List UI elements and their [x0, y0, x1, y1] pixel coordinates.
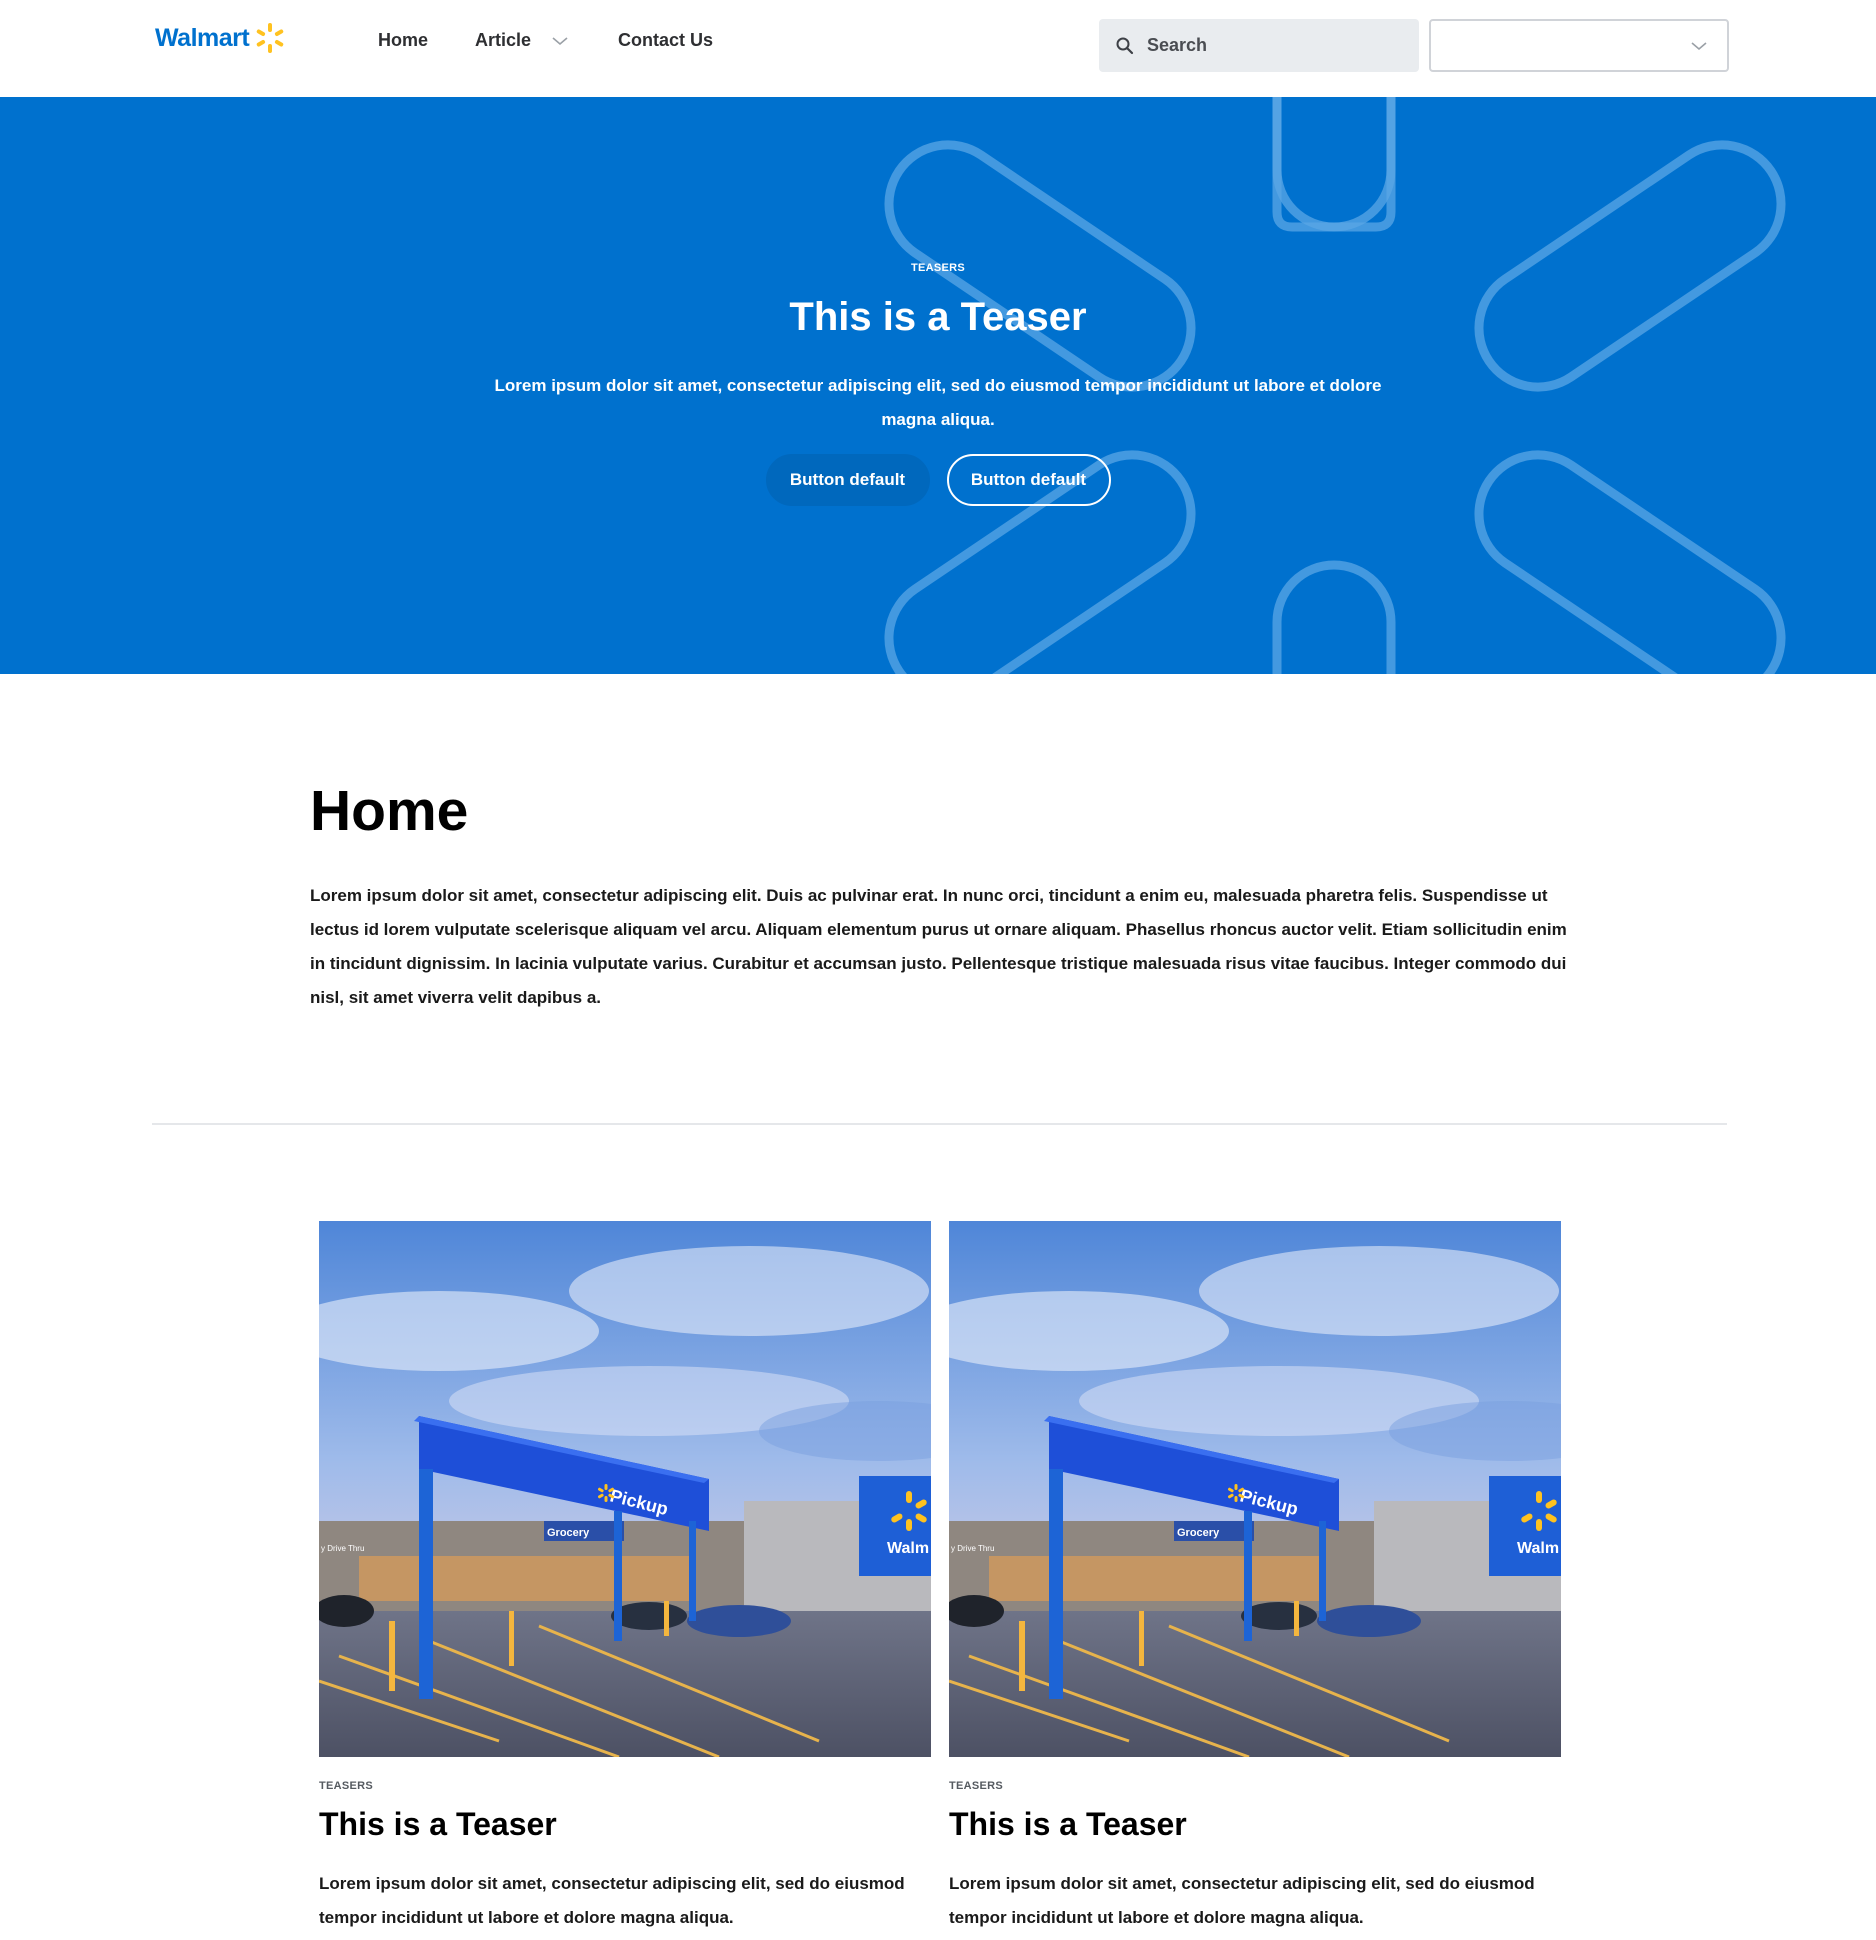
spark-icon — [256, 23, 284, 53]
card-eyebrow: TEASERS — [949, 1780, 1004, 1792]
walmart-logo[interactable]: Walmart — [155, 22, 287, 54]
card-title[interactable]: This is a Teaser — [949, 1806, 1561, 1843]
nav-item-article[interactable]: Article — [475, 30, 618, 51]
nav-item-contact-us[interactable]: Contact Us — [618, 30, 713, 51]
drive-thru-sign-text: y Drive Thru — [951, 1544, 994, 1553]
hero-secondary-button[interactable]: Button default — [946, 454, 1111, 506]
card-eyebrow: TEASERS — [319, 1780, 374, 1792]
walmart-pickup-image: Walm Grocery y Drive Thru Pickup — [949, 1221, 1561, 1757]
card-title[interactable]: This is a Teaser — [319, 1806, 931, 1843]
search-box[interactable] — [1099, 19, 1419, 72]
site-header: Walmart Home Article Contact Us — [0, 0, 1876, 97]
nav-item-article-label: Article — [475, 30, 532, 50]
chevron-down-icon — [1691, 42, 1707, 51]
search-input[interactable] — [1147, 35, 1397, 56]
teaser-card[interactable]: Walm Grocery y Drive Thru Pickup TEASERS… — [949, 1221, 1561, 1935]
drive-thru-sign-text: y Drive Thru — [321, 1544, 364, 1553]
hero-title: This is a Teaser — [789, 295, 1087, 339]
language-select[interactable] — [1429, 19, 1729, 72]
page-title: Home — [310, 779, 469, 843]
card-description: Lorem ipsum dolor sit amet, consectetur … — [949, 1874, 1535, 1927]
logo-text: Walmart — [155, 23, 250, 52]
grocery-sign-text: Grocery — [547, 1527, 590, 1539]
hero-primary-button[interactable]: Button default — [765, 454, 930, 506]
intro-paragraph: Lorem ipsum dolor sit amet, consectetur … — [310, 886, 1567, 1007]
hero-description: Lorem ipsum dolor sit amet, consectetur … — [494, 376, 1382, 429]
hero-banner: TEASERS This is a Teaser Lorem ipsum dol… — [0, 97, 1876, 674]
chevron-down-icon[interactable] — [551, 35, 569, 47]
store-sign-text: Walm — [1517, 1540, 1559, 1557]
teaser-card[interactable]: Walm Grocery y Drive Thru Pickup TEASERS… — [319, 1221, 931, 1935]
walmart-pickup-image: Walm Grocery y Drive Thru Pickup — [319, 1221, 931, 1757]
section-divider — [152, 1123, 1727, 1125]
nav-item-home[interactable]: Home — [378, 30, 475, 51]
hero-buttons: Button default Button default — [0, 454, 1876, 506]
store-sign-text: Walm — [887, 1540, 929, 1557]
grocery-sign-text: Grocery — [1177, 1527, 1220, 1539]
search-icon — [1116, 37, 1134, 54]
main-nav: Home Article Contact Us — [378, 30, 713, 51]
card-description: Lorem ipsum dolor sit amet, consectetur … — [319, 1874, 905, 1927]
hero-eyebrow: TEASERS — [910, 262, 966, 274]
